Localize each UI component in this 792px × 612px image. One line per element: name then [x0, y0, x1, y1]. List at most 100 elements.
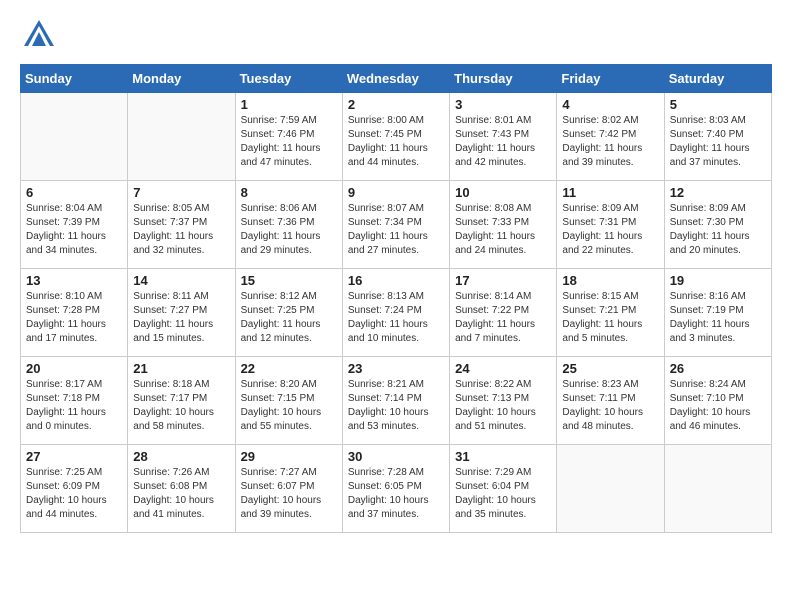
calendar-week-row: 27 Sunrise: 7:25 AM Sunset: 6:09 PM Dayli…	[21, 445, 772, 533]
day-info: Sunrise: 8:04 AM Sunset: 7:39 PM Dayligh…	[26, 202, 122, 258]
day-info: Sunrise: 8:14 AM Sunset: 7:22 PM Dayligh…	[455, 290, 551, 346]
calendar-cell: 25Sunrise: 8:23 AM Sunset: 7:11 PM Dayli…	[557, 357, 664, 445]
day-number: 22	[241, 361, 337, 376]
calendar-cell: 20 Sunrise: 8:17 AM Sunset: 7:18 PM Dayli…	[21, 357, 128, 445]
day-number: 27	[26, 449, 122, 464]
day-info: Sunrise: 7:25 AM Sunset: 6:09 PM Dayligh…	[26, 466, 122, 522]
day-info: Sunrise: 8:24 AM Sunset: 7:10 PM Dayligh…	[670, 378, 766, 434]
day-number: 10	[455, 185, 551, 200]
calendar-week-row: 1 Sunrise: 7:59 AM Sunset: 7:46 PM Daylig…	[21, 93, 772, 181]
day-info: Sunrise: 8:02 AM Sunset: 7:42 PM Dayligh…	[562, 114, 658, 170]
day-number: 23	[348, 361, 444, 376]
calendar-cell: 31 Sunrise: 7:29 AM Sunset: 6:04 PM Dayli…	[450, 445, 557, 533]
calendar-cell: 7 Sunrise: 8:05 AM Sunset: 7:37 PM Daylig…	[128, 181, 235, 269]
day-info: Sunrise: 7:28 AM Sunset: 6:05 PM Dayligh…	[348, 466, 444, 522]
page: SundayMondayTuesdayWednesdayThursdayFrid…	[0, 0, 792, 612]
calendar-week-row: 13Sunrise: 8:10 AM Sunset: 7:28 PM Dayli…	[21, 269, 772, 357]
day-number: 12	[670, 185, 766, 200]
day-number: 4	[562, 97, 658, 112]
calendar-cell: 14 Sunrise: 8:11 AM Sunset: 7:27 PM Dayli…	[128, 269, 235, 357]
day-number: 2	[348, 97, 444, 112]
calendar-cell: 2 Sunrise: 8:00 AM Sunset: 7:45 PM Daylig…	[342, 93, 449, 181]
day-info: Sunrise: 8:10 AM Sunset: 7:28 PM Dayligh…	[26, 290, 122, 346]
day-info: Sunrise: 8:23 AM Sunset: 7:11 PM Dayligh…	[562, 378, 658, 434]
day-info: Sunrise: 7:26 AM Sunset: 6:08 PM Dayligh…	[133, 466, 229, 522]
day-number: 28	[133, 449, 229, 464]
day-number: 16	[348, 273, 444, 288]
calendar-cell: 16 Sunrise: 8:13 AM Sunset: 7:24 PM Dayli…	[342, 269, 449, 357]
calendar-cell: 17 Sunrise: 8:14 AM Sunset: 7:22 PM Dayli…	[450, 269, 557, 357]
calendar-cell: 21Sunrise: 8:18 AM Sunset: 7:17 PM Dayli…	[128, 357, 235, 445]
day-number: 29	[241, 449, 337, 464]
calendar-cell: 8Sunrise: 8:06 AM Sunset: 7:36 PM Daylig…	[235, 181, 342, 269]
day-info: Sunrise: 8:13 AM Sunset: 7:24 PM Dayligh…	[348, 290, 444, 346]
day-info: Sunrise: 8:20 AM Sunset: 7:15 PM Dayligh…	[241, 378, 337, 434]
day-info: Sunrise: 8:17 AM Sunset: 7:18 PM Dayligh…	[26, 378, 122, 434]
day-number: 11	[562, 185, 658, 200]
calendar-cell	[21, 93, 128, 181]
weekday-header-thursday: Thursday	[450, 65, 557, 93]
calendar-cell: 9 Sunrise: 8:07 AM Sunset: 7:34 PM Daylig…	[342, 181, 449, 269]
day-number: 20	[26, 361, 122, 376]
day-info: Sunrise: 8:11 AM Sunset: 7:27 PM Dayligh…	[133, 290, 229, 346]
day-info: Sunrise: 7:59 AM Sunset: 7:46 PM Dayligh…	[241, 114, 337, 170]
calendar-week-row: 20 Sunrise: 8:17 AM Sunset: 7:18 PM Dayli…	[21, 357, 772, 445]
calendar-cell: 15 Sunrise: 8:12 AM Sunset: 7:25 PM Dayli…	[235, 269, 342, 357]
calendar-cell: 12 Sunrise: 8:09 AM Sunset: 7:30 PM Dayli…	[664, 181, 771, 269]
day-number: 17	[455, 273, 551, 288]
day-info: Sunrise: 8:15 AM Sunset: 7:21 PM Dayligh…	[562, 290, 658, 346]
day-number: 15	[241, 273, 337, 288]
day-number: 1	[241, 97, 337, 112]
day-info: Sunrise: 8:22 AM Sunset: 7:13 PM Dayligh…	[455, 378, 551, 434]
logo-icon	[20, 16, 58, 54]
day-info: Sunrise: 8:09 AM Sunset: 7:31 PM Dayligh…	[562, 202, 658, 258]
day-info: Sunrise: 7:27 AM Sunset: 6:07 PM Dayligh…	[241, 466, 337, 522]
calendar-cell: 6 Sunrise: 8:04 AM Sunset: 7:39 PM Daylig…	[21, 181, 128, 269]
calendar: SundayMondayTuesdayWednesdayThursdayFrid…	[20, 64, 772, 533]
weekday-header-row: SundayMondayTuesdayWednesdayThursdayFrid…	[21, 65, 772, 93]
day-number: 3	[455, 97, 551, 112]
calendar-cell: 26Sunrise: 8:24 AM Sunset: 7:10 PM Dayli…	[664, 357, 771, 445]
header	[20, 16, 772, 54]
calendar-cell: 10Sunrise: 8:08 AM Sunset: 7:33 PM Dayli…	[450, 181, 557, 269]
calendar-cell: 11 Sunrise: 8:09 AM Sunset: 7:31 PM Dayli…	[557, 181, 664, 269]
day-number: 30	[348, 449, 444, 464]
weekday-header-tuesday: Tuesday	[235, 65, 342, 93]
calendar-cell	[128, 93, 235, 181]
day-number: 14	[133, 273, 229, 288]
calendar-cell: 1 Sunrise: 7:59 AM Sunset: 7:46 PM Daylig…	[235, 93, 342, 181]
day-info: Sunrise: 8:16 AM Sunset: 7:19 PM Dayligh…	[670, 290, 766, 346]
calendar-cell: 19 Sunrise: 8:16 AM Sunset: 7:19 PM Dayli…	[664, 269, 771, 357]
day-number: 9	[348, 185, 444, 200]
day-number: 31	[455, 449, 551, 464]
calendar-cell: 23Sunrise: 8:21 AM Sunset: 7:14 PM Dayli…	[342, 357, 449, 445]
day-number: 18	[562, 273, 658, 288]
calendar-cell: 28 Sunrise: 7:26 AM Sunset: 6:08 PM Dayli…	[128, 445, 235, 533]
day-info: Sunrise: 8:09 AM Sunset: 7:30 PM Dayligh…	[670, 202, 766, 258]
day-info: Sunrise: 8:00 AM Sunset: 7:45 PM Dayligh…	[348, 114, 444, 170]
day-number: 24	[455, 361, 551, 376]
logo	[20, 16, 58, 54]
calendar-cell: 30 Sunrise: 7:28 AM Sunset: 6:05 PM Dayli…	[342, 445, 449, 533]
day-info: Sunrise: 8:05 AM Sunset: 7:37 PM Dayligh…	[133, 202, 229, 258]
day-info: Sunrise: 8:03 AM Sunset: 7:40 PM Dayligh…	[670, 114, 766, 170]
calendar-cell: 4 Sunrise: 8:02 AM Sunset: 7:42 PM Daylig…	[557, 93, 664, 181]
day-number: 6	[26, 185, 122, 200]
day-info: Sunrise: 8:12 AM Sunset: 7:25 PM Dayligh…	[241, 290, 337, 346]
calendar-cell	[557, 445, 664, 533]
weekday-header-saturday: Saturday	[664, 65, 771, 93]
weekday-header-monday: Monday	[128, 65, 235, 93]
calendar-cell: 18 Sunrise: 8:15 AM Sunset: 7:21 PM Dayli…	[557, 269, 664, 357]
day-info: Sunrise: 7:29 AM Sunset: 6:04 PM Dayligh…	[455, 466, 551, 522]
day-number: 21	[133, 361, 229, 376]
day-number: 7	[133, 185, 229, 200]
calendar-cell: 27 Sunrise: 7:25 AM Sunset: 6:09 PM Dayli…	[21, 445, 128, 533]
calendar-cell	[664, 445, 771, 533]
day-info: Sunrise: 8:07 AM Sunset: 7:34 PM Dayligh…	[348, 202, 444, 258]
calendar-cell: 24 Sunrise: 8:22 AM Sunset: 7:13 PM Dayli…	[450, 357, 557, 445]
calendar-cell: 3Sunrise: 8:01 AM Sunset: 7:43 PM Daylig…	[450, 93, 557, 181]
day-number: 5	[670, 97, 766, 112]
day-number: 19	[670, 273, 766, 288]
weekday-header-wednesday: Wednesday	[342, 65, 449, 93]
weekday-header-sunday: Sunday	[21, 65, 128, 93]
